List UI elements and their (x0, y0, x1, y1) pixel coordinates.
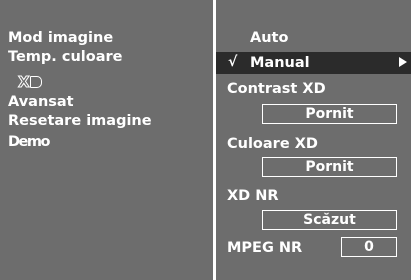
checkmark-icon: √ (228, 54, 238, 70)
contrast-xd-label: Contrast XD (227, 81, 326, 97)
arrow-right-icon (399, 57, 407, 67)
xd-submenu-panel: Auto √ Manual Contrast XD Pornit Culoare… (216, 0, 411, 280)
option-manual-row[interactable] (216, 52, 411, 74)
menu-item-temp-culoare[interactable]: Temp. culoare (8, 48, 122, 67)
menu-item-avansat[interactable]: Avansat (8, 93, 74, 112)
xd-logo-d-icon (29, 76, 42, 88)
menu-item-resetare-imagine[interactable]: Resetare imagine (8, 112, 152, 131)
culoare-xd-label: Culoare XD (227, 136, 318, 152)
mpeg-nr-value[interactable]: 0 (341, 237, 397, 257)
contrast-xd-value[interactable]: Pornit (262, 104, 397, 124)
xd-nr-label: XD NR (227, 188, 279, 204)
option-auto[interactable]: Auto (250, 29, 288, 48)
option-manual[interactable]: Manual (250, 54, 310, 73)
mpeg-nr-label: MPEG NR (227, 240, 303, 256)
menu-item-mod-imagine[interactable]: Mod imagine (8, 29, 113, 48)
culoare-xd-value[interactable]: Pornit (262, 157, 397, 177)
menu-item-demo[interactable]: Demo (8, 133, 50, 152)
main-menu-panel: Mod imagine Temp. culoare X Avansat Rese… (0, 0, 213, 280)
xd-logo-icon: X (18, 73, 31, 92)
picture-settings-screen: Mod imagine Temp. culoare X Avansat Rese… (0, 0, 411, 280)
menu-item-xd[interactable]: X (18, 73, 42, 92)
xd-nr-value[interactable]: Scăzut (262, 210, 397, 230)
